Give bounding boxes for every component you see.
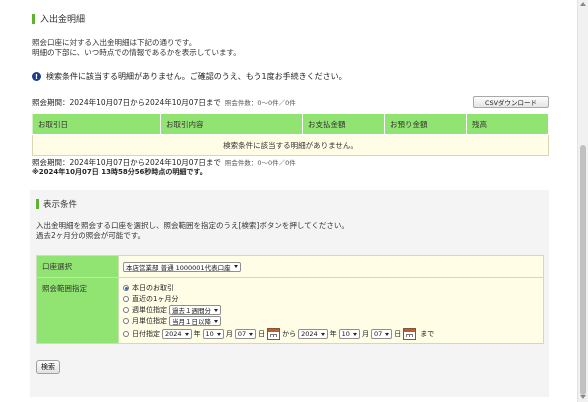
scroll-down-icon[interactable] (580, 395, 586, 399)
chevron-down-icon (385, 332, 390, 336)
unit-day: 日 (258, 330, 266, 338)
conditions-bar (36, 199, 39, 209)
info-icon: ! (32, 72, 41, 81)
chevron-down-icon (214, 319, 218, 323)
option-weekly-label: 週単位指定 (132, 306, 167, 314)
period-label: 照会期間：2024年10月07日から2024年10月07日まで (32, 98, 221, 107)
option-last-month-label: 直近の1ヶ月分 (132, 295, 179, 303)
weekly-select-value: 過去１週間分 (172, 307, 211, 315)
search-button[interactable]: 検索 (36, 360, 60, 374)
scroll-thumb[interactable] (580, 145, 586, 395)
count-label-bottom: 照会件数：0～0件／0件 (224, 159, 296, 167)
intro-line-1: 照会口座に対する入出金明細は下記の通りです。 (32, 38, 197, 47)
conditions-title: 表示条件 (43, 200, 78, 210)
col-balance: 残高 (466, 113, 549, 135)
vertical-scrollbar[interactable] (577, 0, 588, 402)
conditions-desc-1: 入出金明細を照会する口座を選択し、照会範囲を指定のうえ[検索]ボタンを押してくだ… (36, 221, 349, 230)
option-monthly-label: 月単位指定 (132, 317, 167, 325)
chevron-down-icon (184, 332, 189, 336)
to-day-value: 07 (373, 330, 383, 338)
conditions-form: 口座選択 本店営業部 普通 1000001代表口座 照会範囲指定 本日のお取引 … (36, 255, 544, 344)
option-today-label: 本日のお取引 (132, 284, 174, 292)
conditions-panel: 表示条件 入出金明細を照会する口座を選択し、照会範囲を指定のうえ[検索]ボタンを… (30, 190, 549, 397)
from-year-select[interactable]: 2024 (162, 329, 192, 339)
option-last-month[interactable]: 直近の1ヶ月分 (123, 294, 539, 304)
timestamp: ※2024年10月07日 13時58分56秒時点の明細です。 (32, 168, 207, 176)
to-year-select[interactable]: 2024 (298, 329, 328, 339)
account-select[interactable]: 本店営業部 普通 1000001代表口座 (123, 261, 241, 272)
col-description: お取引内容 (160, 113, 303, 135)
account-cell: 本店営業部 普通 1000001代表口座 (118, 255, 544, 278)
option-weekly[interactable]: 週単位指定 過去１週間分 (123, 305, 539, 315)
csv-download-button[interactable]: CSVダウンロード (473, 96, 549, 108)
from-month-select[interactable]: 10 (202, 329, 224, 339)
page-title: 入出金明細 (40, 15, 86, 25)
option-date-label: 日付指定 (132, 330, 160, 338)
conditions-heading: 表示条件 (36, 198, 77, 210)
to-month-select[interactable]: 10 (338, 329, 360, 339)
calendar-icon[interactable] (267, 328, 281, 340)
radio-last-month[interactable] (123, 296, 129, 302)
count-label: 照会件数：0～0件／0件 (224, 99, 296, 107)
range-cell: 本日のお取引 直近の1ヶ月分 週単位指定 過去１週間分 月単位指定 当月１日以降 日… (118, 277, 544, 344)
account-row: 口座選択 本店営業部 普通 1000001代表口座 (36, 255, 544, 278)
monthly-select[interactable]: 当月１日以降 (169, 316, 221, 326)
unit-month-2: 月 (361, 330, 369, 338)
account-select-value: 本店営業部 普通 1000001代表口座 (126, 263, 231, 272)
monthly-select-value: 当月１日以降 (172, 318, 211, 326)
unit-year: 年 (193, 330, 201, 338)
col-date: お取引日 (32, 113, 161, 135)
scroll-up-icon[interactable] (580, 2, 586, 6)
col-deposit: お預り金額 (384, 113, 467, 135)
transactions-table: お取引日 お取引内容 お支払金額 お預り金額 残高 検索条件に該当する明細があり… (32, 113, 549, 156)
from-day-select[interactable]: 07 (234, 329, 257, 339)
conditions-desc-2: 過去2ヶ月分の照会が可能です。 (36, 231, 146, 240)
period-top: 照会期間：2024年10月07日から2024年10月07日まで 照会件数：0～0件… (32, 97, 296, 108)
radio-weekly[interactable] (123, 307, 129, 313)
chevron-down-icon (249, 332, 254, 336)
notice-text: 検索条件に該当する明細がありません。ご確認のうえ、もう1度お手続きください。 (46, 72, 347, 81)
chevron-down-icon (233, 265, 238, 268)
option-today[interactable]: 本日のお取引 (123, 283, 539, 293)
range-row: 照会範囲指定 本日のお取引 直近の1ヶ月分 週単位指定 過去１週間分 月単位指定当… (36, 277, 544, 344)
made-label: まで (420, 330, 435, 338)
option-monthly[interactable]: 月単位指定 当月１日以降 (123, 316, 539, 326)
to-year-value: 2024 (301, 330, 318, 338)
to-month-value: 10 (341, 330, 350, 338)
kara-label: から (282, 330, 297, 338)
chevron-down-icon (352, 332, 357, 336)
from-year-value: 2024 (165, 330, 182, 338)
to-day-select[interactable]: 07 (370, 329, 393, 339)
intro-line-2: 明細の下部に、いつ時点での情報であるかを表示しています。 (32, 48, 241, 57)
calendar-icon[interactable] (403, 328, 417, 340)
option-date[interactable]: 日付指定 2024 年 10 月 07 日 から 2024 年 10 月 07 日 まで (123, 328, 539, 340)
conditions-description: 入出金明細を照会する口座を選択し、照会範囲を指定のうえ[検索]ボタンを押してくだ… (36, 221, 349, 241)
table-row: 検索条件に該当する明細がありません。 (32, 134, 549, 156)
from-day-value: 07 (237, 330, 247, 338)
chevron-down-icon (216, 332, 221, 336)
heading-bar (32, 13, 35, 24)
empty-message: 検索条件に該当する明細がありません。 (32, 134, 549, 156)
section-heading: 入出金明細 (32, 12, 85, 25)
radio-monthly[interactable] (123, 318, 129, 324)
account-label: 口座選択 (36, 255, 119, 278)
radio-today[interactable] (123, 285, 129, 291)
chevron-down-icon (214, 308, 218, 312)
period-label-bottom: 照会期間：2024年10月07日から2024年10月07日まで (32, 158, 221, 167)
weekly-select[interactable]: 過去１週間分 (169, 305, 221, 315)
unit-year-2: 年 (329, 330, 337, 338)
from-month-value: 10 (205, 330, 214, 338)
chevron-down-icon (320, 332, 325, 336)
radio-date[interactable] (123, 331, 129, 337)
col-payment: お支払金額 (302, 113, 385, 135)
unit-month: 月 (225, 330, 233, 338)
table-header-row: お取引日 お取引内容 お支払金額 お預り金額 残高 (32, 113, 549, 135)
range-label: 照会範囲指定 (36, 277, 119, 344)
page: 入出金明細 照会口座に対する入出金明細は下記の通りです。 明細の下部に、いつ時点… (0, 0, 577, 402)
unit-day-2: 日 (394, 330, 402, 338)
no-results-notice: ! 検索条件に該当する明細がありません。ご確認のうえ、もう1度お手続きください。 (32, 71, 347, 82)
